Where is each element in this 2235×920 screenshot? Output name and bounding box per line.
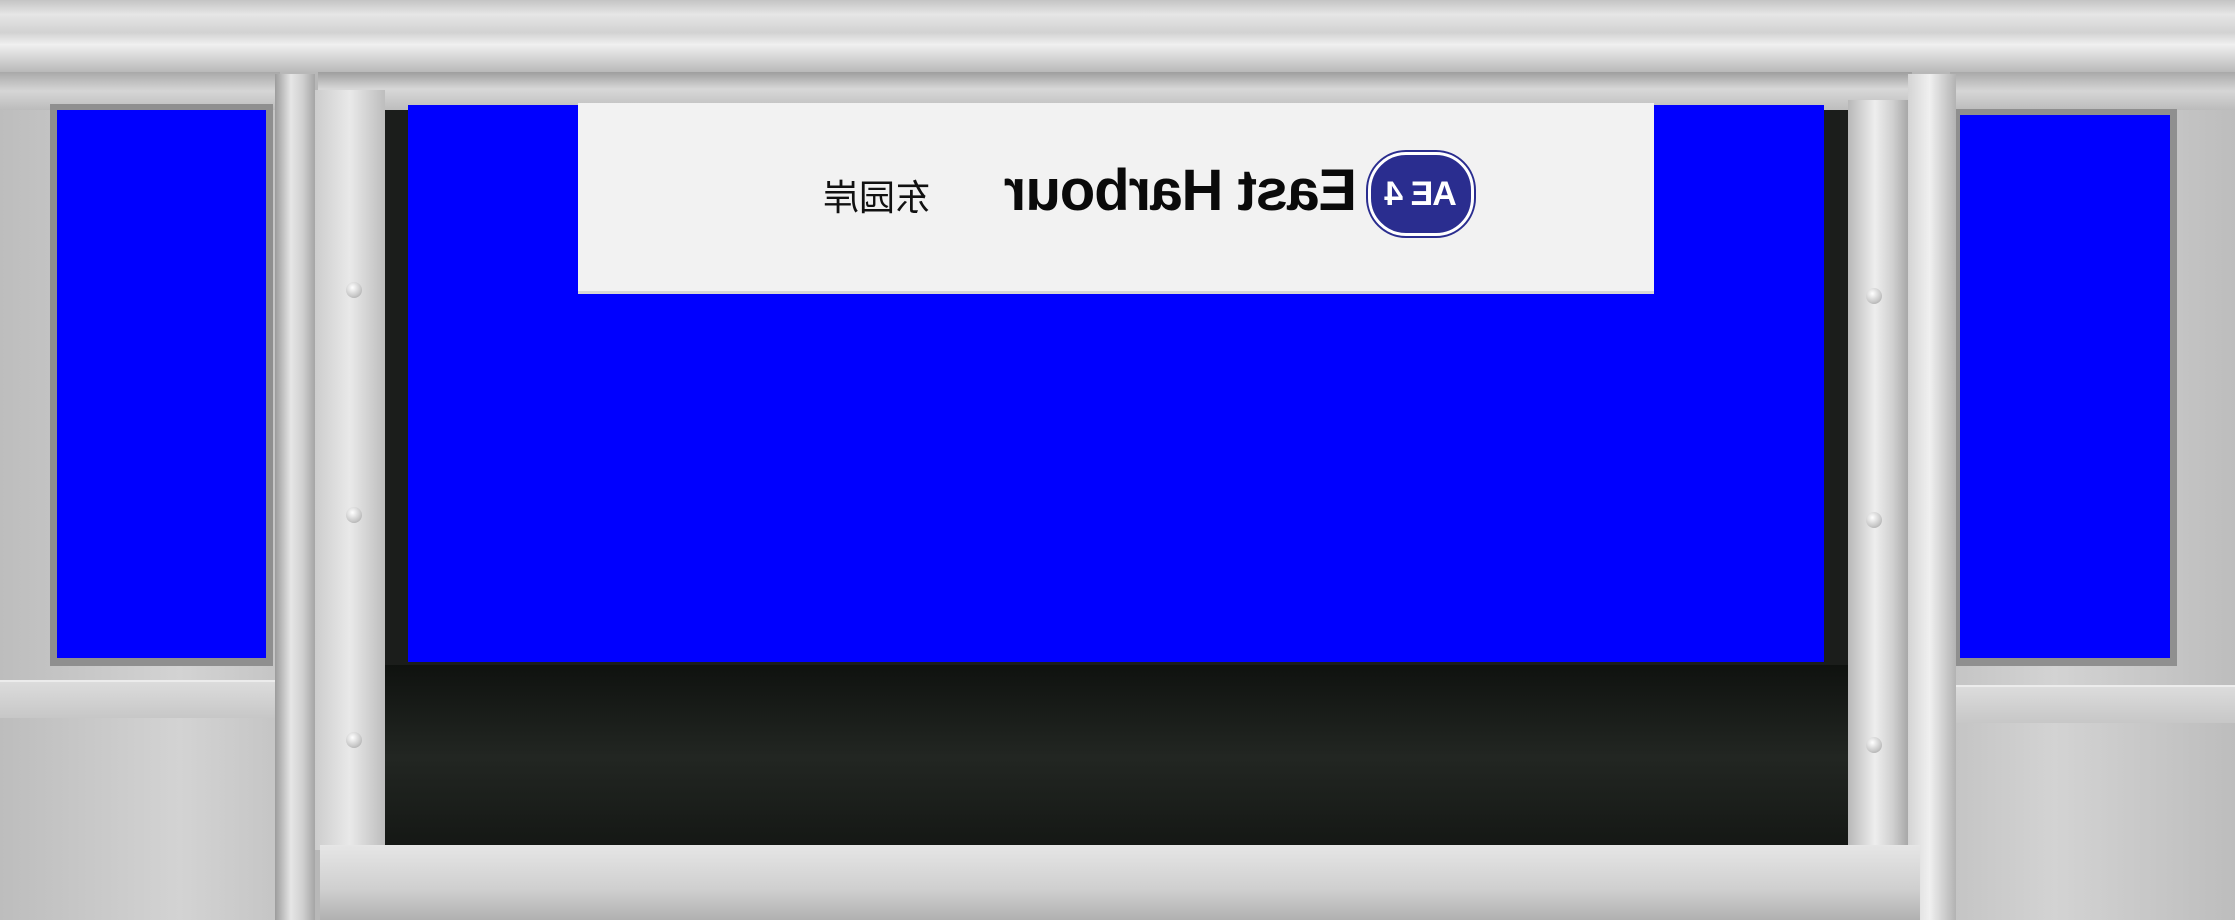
- sign-mirrored-content: AE 4 East Harbour 东园岸: [578, 103, 1654, 291]
- right-window-screen: [1960, 115, 2170, 658]
- left-window-screen: [57, 110, 266, 658]
- right-door-post: [1908, 74, 1956, 920]
- right-ledge: [1930, 685, 2235, 723]
- bolt: [1866, 737, 1882, 753]
- right-door-panel: [1848, 100, 1908, 900]
- left-door-post: [275, 74, 315, 920]
- bolt: [346, 732, 362, 748]
- left-ledge: [0, 680, 295, 718]
- bolt: [346, 282, 362, 298]
- bolt: [1866, 512, 1882, 528]
- station-sign: AE 4 East Harbour 东园岸: [578, 103, 1654, 294]
- top-rail: [0, 0, 2235, 72]
- door-sill: [320, 845, 1920, 920]
- doorway-floor: [380, 665, 1856, 850]
- bolt: [1866, 288, 1882, 304]
- station-name-english: East Harbour: [1004, 158, 1357, 223]
- right-upper-lip: [1950, 72, 2235, 110]
- bolt: [346, 507, 362, 523]
- line-badge: AE 4: [1368, 152, 1474, 236]
- station-name-chinese: 东园岸: [822, 178, 931, 219]
